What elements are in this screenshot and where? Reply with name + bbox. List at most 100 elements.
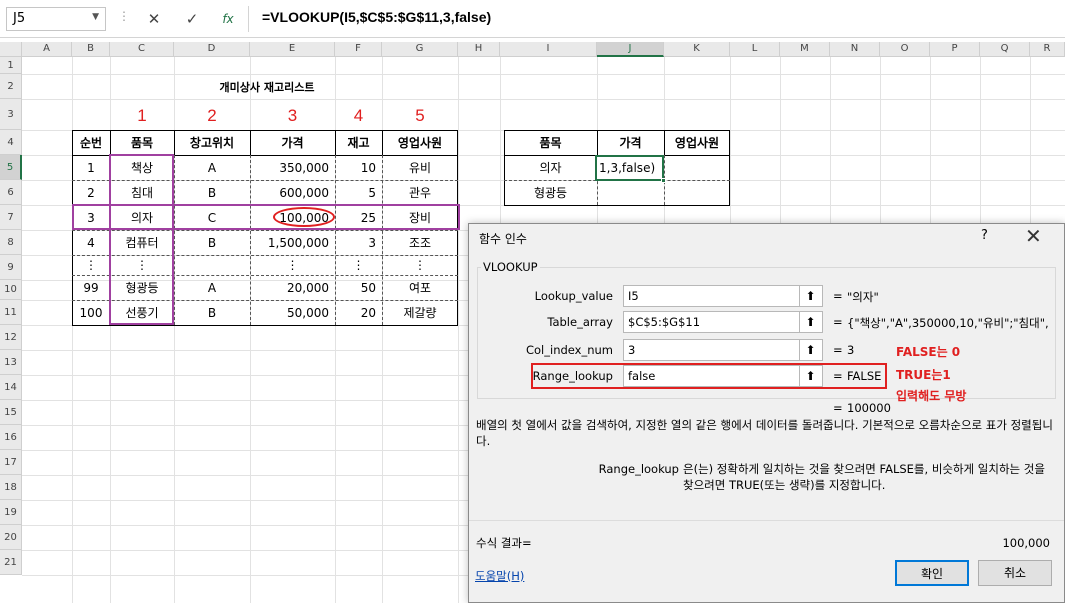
table-cell: 50,000 <box>287 305 329 320</box>
table-cell: 50 <box>360 280 376 295</box>
column-header-d[interactable]: D <box>174 42 250 57</box>
table-cell: A <box>207 280 217 295</box>
true-note: TRUE는1 <box>896 368 951 382</box>
column-header-c[interactable]: C <box>110 42 174 57</box>
more-icon: ⋮ <box>118 9 130 23</box>
row-header-15[interactable]: 15 <box>0 400 22 425</box>
collapse-dialog-icon[interactable]: ⬆ <box>799 312 821 332</box>
help-icon[interactable]: ? <box>981 228 988 243</box>
collapse-dialog-icon[interactable]: ⬆ <box>799 286 821 306</box>
row-header-2[interactable]: 2 <box>0 74 22 99</box>
table-cell: 20,000 <box>287 280 329 295</box>
row-header-16[interactable]: 16 <box>0 425 22 450</box>
lookup-cell <box>664 180 730 205</box>
active-cell[interactable]: 1,3,false) <box>595 155 666 183</box>
row-header-19[interactable]: 19 <box>0 500 22 525</box>
dialog-title: 함수 인수 <box>479 232 527 246</box>
table-cell: 600,000 <box>279 185 329 200</box>
column-header-e[interactable]: E <box>250 42 335 57</box>
table-cell: A <box>207 160 217 175</box>
table-cell: 100 <box>79 305 103 320</box>
column-header-n[interactable]: N <box>830 42 880 57</box>
enter-icon[interactable]: ✓ <box>180 8 204 30</box>
item-column-highlight <box>109 154 174 325</box>
row-header-8[interactable]: 8 <box>0 230 22 255</box>
row-header-3[interactable]: 3 <box>0 99 22 130</box>
function-name: VLOOKUP <box>481 260 540 274</box>
arg-label-table-array: Table_array <box>547 315 613 329</box>
column-header-o[interactable]: O <box>880 42 930 57</box>
overall-result: 100000 <box>847 401 891 415</box>
lookup-border <box>729 130 730 205</box>
table-cell: 5 <box>368 185 376 200</box>
table-cell: 10 <box>360 160 376 175</box>
column-header-p[interactable]: P <box>930 42 980 57</box>
row-header-17[interactable]: 17 <box>0 450 22 475</box>
table-cell: ⋮ <box>352 258 365 272</box>
row-header-1[interactable]: 1 <box>0 57 22 74</box>
table-cell: 350,000 <box>279 160 329 175</box>
column-header-i[interactable]: I <box>500 42 597 57</box>
row-header-21[interactable]: 21 <box>0 550 22 575</box>
cancel-button[interactable]: 취소 <box>978 560 1052 586</box>
row-header-6[interactable]: 6 <box>0 180 22 205</box>
insert-function-icon[interactable]: fx <box>216 8 240 30</box>
column-header-g[interactable]: G <box>382 42 458 57</box>
column-header-k[interactable]: K <box>664 42 730 57</box>
row-header-13[interactable]: 13 <box>0 350 22 375</box>
result-equals: = <box>833 401 843 415</box>
row-header-18[interactable]: 18 <box>0 475 22 500</box>
close-icon[interactable]: ✕ <box>1025 224 1042 248</box>
column-header-j[interactable]: J <box>597 42 664 57</box>
row-header-5[interactable]: 5 <box>0 155 22 180</box>
select-all-corner[interactable] <box>0 42 22 57</box>
column-header-r[interactable]: R <box>1030 42 1065 57</box>
column-header-h[interactable]: H <box>458 42 500 57</box>
cancel-icon[interactable]: ✕ <box>142 8 166 30</box>
row-header-7[interactable]: 7 <box>0 205 22 230</box>
arg-input-table-array[interactable]: $C$5:$G$11 <box>623 311 823 333</box>
row-header-14[interactable]: 14 <box>0 375 22 400</box>
row-header-4[interactable]: 4 <box>0 130 22 155</box>
column-header-m[interactable]: M <box>780 42 830 57</box>
table-cell: 1 <box>87 160 95 175</box>
column-header-f[interactable]: F <box>335 42 382 57</box>
column-header-q[interactable]: Q <box>980 42 1030 57</box>
row-header-9[interactable]: 9 <box>0 255 22 280</box>
column-header-a[interactable]: A <box>22 42 72 57</box>
lookup-header-cell: 가격 <box>619 136 642 150</box>
lookup-border <box>504 130 505 205</box>
column-header-l[interactable]: L <box>730 42 780 57</box>
table-header-cell: 창고위치 <box>189 136 235 150</box>
arg-equals: = <box>833 343 843 357</box>
function-arguments-dialog: 함수 인수 ? ✕ VLOOKUP Lookup_value I5 ⬆ = "의자" Ta… <box>468 223 1065 603</box>
false-note: FALSE는 0 <box>896 345 961 359</box>
table-cell <box>174 255 250 275</box>
chevron-down-icon[interactable]: ▼ <box>92 12 99 22</box>
help-link[interactable]: 도움말(H) <box>475 568 524 584</box>
arg-result: 3 <box>847 343 855 357</box>
fill-handle[interactable] <box>661 178 666 183</box>
ok-button[interactable]: 확인 <box>895 560 969 586</box>
table-header-cell: 순번 <box>79 136 103 150</box>
range-lookup-highlight <box>531 363 887 389</box>
formula-result-label: 수식 결과= <box>476 536 532 550</box>
arg-input-col-index-num[interactable]: 3 <box>623 339 823 361</box>
lookup-cell: 형광등 <box>533 186 568 200</box>
table-header-cell: 품목 <box>130 136 154 150</box>
formula-input[interactable]: =VLOOKUP(I5,$C$5:$G$11,3,false) <box>262 9 491 25</box>
row-header-20[interactable]: 20 <box>0 525 22 550</box>
table-header-cell: 재고 <box>347 136 370 150</box>
collapse-dialog-icon[interactable]: ⬆ <box>799 340 821 360</box>
row-header-10[interactable]: 10 <box>0 280 22 300</box>
lookup-cell <box>597 180 664 205</box>
table-cell: 관우 <box>408 186 432 200</box>
lookup-border <box>504 130 730 131</box>
arg-input-lookup-value[interactable]: I5 <box>623 285 823 307</box>
name-box-value: J5 <box>13 11 26 26</box>
row-header-12[interactable]: 12 <box>0 325 22 350</box>
name-box[interactable]: J5 ▼ <box>6 7 106 31</box>
row-header-11[interactable]: 11 <box>0 300 22 325</box>
column-header-b[interactable]: B <box>72 42 110 57</box>
table-border <box>174 130 175 155</box>
